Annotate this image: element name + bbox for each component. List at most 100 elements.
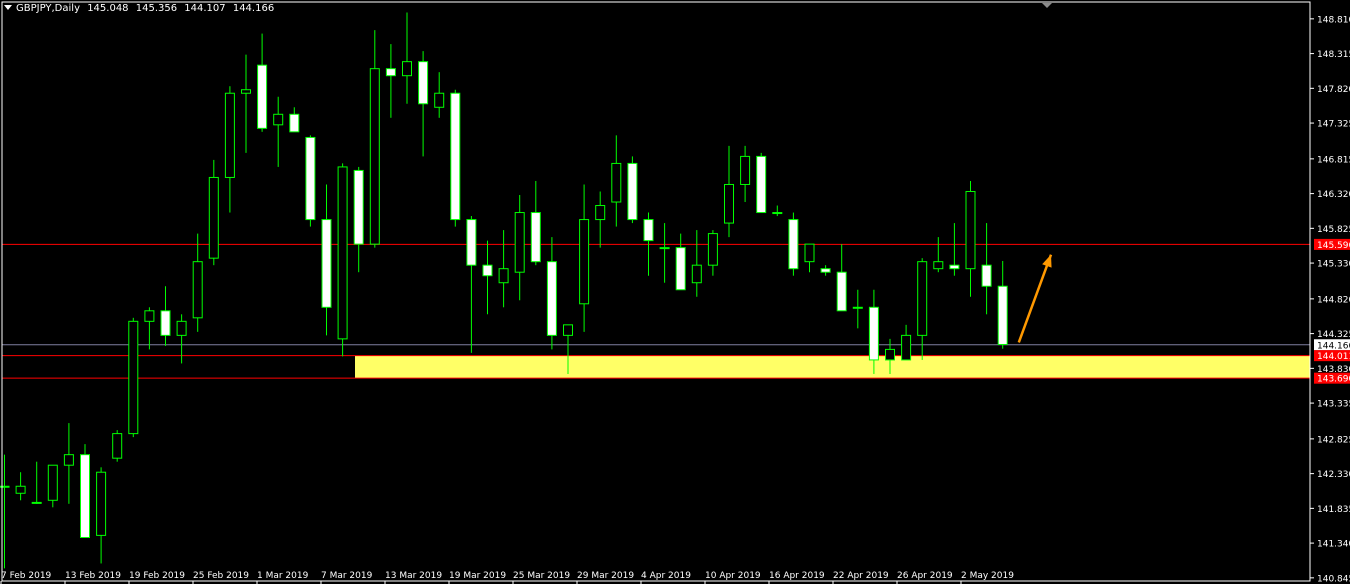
- y-axis-tick-label: 142.330: [1317, 470, 1350, 480]
- candle: [740, 145, 751, 203]
- x-axis-tick-label: 13 Mar 2019: [385, 571, 442, 581]
- candle-body-bull: [192, 261, 203, 319]
- candle: [160, 286, 171, 346]
- candle: [144, 307, 155, 350]
- y-axis-tick-label: 145.330: [1317, 260, 1350, 270]
- candle: [402, 12, 412, 104]
- candle: [0, 454, 10, 569]
- x-axis-tick-label: 22 Apr 2019: [833, 571, 889, 581]
- candle: [530, 180, 541, 266]
- candle-body-bull: [659, 247, 670, 250]
- candle: [15, 472, 26, 501]
- candle-body-bull: [804, 243, 815, 263]
- ohlc-close: 144.166: [232, 3, 275, 14]
- candle-body-bear: [385, 68, 396, 77]
- y-axis-tick-label: 146.320: [1317, 190, 1350, 200]
- support-zone: [355, 355, 1310, 379]
- y-axis-tick-label: 148.315: [1317, 50, 1350, 60]
- candle-body-bear: [675, 247, 686, 291]
- candle-body-bull: [885, 348, 895, 361]
- y-axis-tick-label: 143.335: [1317, 400, 1350, 410]
- y-axis-tick-label: 147.325: [1317, 120, 1350, 130]
- candle-body-bull: [498, 268, 509, 284]
- candle-body-bear: [643, 219, 654, 242]
- candle-body-bull: [514, 212, 525, 273]
- candle: [112, 430, 123, 462]
- x-axis-tick-label: 19 Mar 2019: [449, 571, 506, 581]
- candle-body-bull: [901, 334, 912, 361]
- candle: [659, 223, 670, 283]
- candle: [724, 145, 734, 238]
- level-label: 143.690: [1317, 375, 1350, 385]
- candle-body-bull: [724, 183, 734, 224]
- candle-body-bull: [47, 464, 58, 501]
- candle: [369, 30, 380, 248]
- candle-body-bull: [208, 176, 219, 259]
- candle: [595, 191, 606, 248]
- candle-body-bull: [369, 68, 380, 245]
- y-axis-tick-label: 141.835: [1317, 505, 1350, 515]
- x-axis-tick-label: 26 Apr 2019: [897, 571, 953, 581]
- candle: [434, 72, 445, 118]
- price-chart[interactable]: 148.810 148.315 147.820 147.325 146.815 146.3…: [0, 0, 1350, 584]
- candle-body-bull: [852, 306, 863, 309]
- candle-body-bull: [273, 113, 284, 126]
- candle: [901, 324, 912, 361]
- candle-body-bull: [402, 61, 412, 77]
- candle: [691, 230, 702, 297]
- y-axis-tick-label: 148.810: [1317, 15, 1350, 25]
- candle-body-bull: [337, 166, 348, 340]
- scroll-marker-icon: [1042, 3, 1052, 8]
- candle: [675, 233, 686, 291]
- candle-body-bear: [353, 169, 364, 245]
- candle-body-bull: [31, 501, 42, 504]
- candle: [949, 223, 960, 276]
- candle-body-bear: [160, 310, 171, 336]
- candle: [80, 444, 90, 538]
- candle: [981, 223, 992, 315]
- candle: [772, 205, 783, 217]
- candle: [579, 184, 590, 332]
- candle-body-bull: [740, 155, 751, 185]
- x-axis-tick-label: 13 Feb 2019: [65, 571, 121, 581]
- candle: [305, 135, 316, 227]
- candle-body-bull: [15, 485, 26, 494]
- candle: [224, 86, 235, 213]
- candle-body-bull: [965, 190, 976, 270]
- y-axis-tick-label: 144.325: [1317, 330, 1350, 340]
- candle-body-bear: [836, 271, 847, 312]
- chart-canvas: 148.810 148.315 147.820 147.325 146.815 146.3…: [0, 1, 1350, 584]
- candle-body-bull: [112, 433, 123, 459]
- candle-body-bull: [96, 471, 107, 536]
- candle: [31, 461, 42, 504]
- candle-body-bull: [611, 162, 622, 203]
- candle: [466, 216, 477, 353]
- candle-body-bull: [128, 320, 139, 435]
- y-axis-tick-label: 145.825: [1317, 225, 1350, 235]
- candle: [788, 212, 799, 276]
- candle-body-bear: [305, 136, 316, 221]
- candle: [450, 89, 461, 227]
- x-axis-tick-label: 25 Feb 2019: [193, 571, 249, 581]
- candle: [128, 317, 139, 438]
- candle-body-bull: [563, 324, 573, 336]
- bullish-arrow-line: [1017, 254, 1053, 343]
- arrow-head-icon: [1042, 254, 1052, 268]
- candle: [627, 156, 638, 224]
- x-axis-tick-label: 19 Feb 2019: [129, 571, 185, 581]
- current-price-label: 144.166: [1317, 341, 1350, 351]
- candle-body-bear: [257, 64, 268, 129]
- level-label: 145.596: [1317, 241, 1350, 251]
- dropdown-triangle-icon[interactable]: [4, 5, 12, 10]
- candle: [707, 230, 718, 276]
- candle: [418, 51, 429, 157]
- level-label: 144.011: [1317, 352, 1350, 362]
- y-axis-tick-label: 147.820: [1317, 85, 1350, 95]
- y-axis-tick-label: 141.340: [1317, 540, 1350, 550]
- candle: [804, 243, 815, 273]
- candle: [965, 180, 976, 297]
- candle-body-bull: [434, 92, 445, 108]
- candle: [997, 260, 1008, 349]
- candle-body-bear: [627, 162, 638, 221]
- x-axis-tick-label: 7 Feb 2019: [1, 571, 52, 581]
